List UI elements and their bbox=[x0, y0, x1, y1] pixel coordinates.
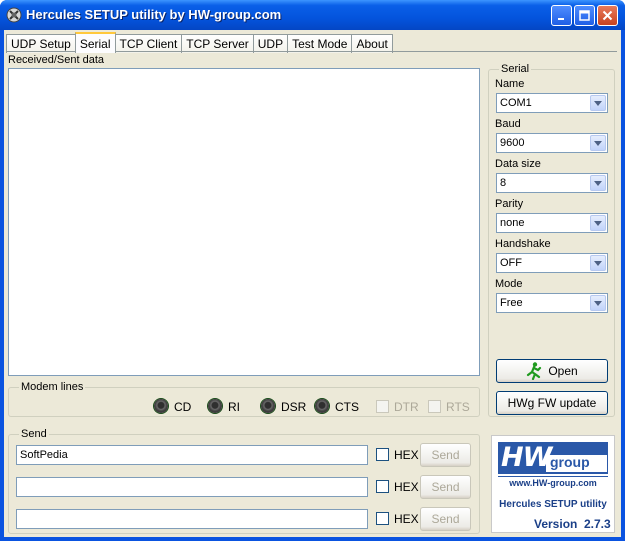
version-number: 2.7.3 bbox=[584, 517, 611, 531]
logo-group: group bbox=[550, 454, 590, 470]
ri-led-icon bbox=[208, 399, 222, 413]
serial-name-select[interactable]: COM1 bbox=[496, 93, 608, 113]
logo-url: www.HW-group.com bbox=[509, 478, 597, 488]
cts-led-icon bbox=[315, 399, 329, 413]
version-label: Version bbox=[534, 517, 578, 531]
serial-handshake-select[interactable]: OFF bbox=[496, 253, 608, 273]
hex-checkbox-1[interactable] bbox=[376, 448, 389, 461]
serial-mode-value: Free bbox=[500, 297, 523, 309]
chevron-down-icon[interactable] bbox=[590, 295, 606, 311]
serial-parity-select[interactable]: none bbox=[496, 213, 608, 233]
cd-led-icon bbox=[154, 399, 168, 413]
send-button-2[interactable]: Send bbox=[420, 475, 471, 499]
hex-label-1: HEX bbox=[394, 448, 419, 462]
cts-label: CTS bbox=[335, 400, 359, 414]
tab-label: Serial bbox=[79, 36, 111, 51]
serial-mode-select[interactable]: Free bbox=[496, 293, 608, 313]
send-button-1-label: Send bbox=[431, 448, 460, 462]
rts-label: RTS bbox=[446, 400, 470, 414]
modem-lines-title: Modem lines bbox=[19, 381, 86, 393]
serial-name-value: COM1 bbox=[500, 97, 532, 109]
received-data-textarea[interactable] bbox=[8, 68, 480, 376]
serial-group-title: Serial bbox=[499, 63, 532, 75]
tab-label: TCP Client bbox=[119, 37, 178, 51]
chevron-down-icon[interactable] bbox=[590, 255, 606, 271]
open-button[interactable]: Open bbox=[496, 359, 608, 383]
rts-checkbox[interactable] bbox=[428, 400, 441, 413]
minimize-button[interactable] bbox=[551, 5, 572, 26]
serial-mode-label: Mode bbox=[495, 278, 523, 290]
app-window: Hercules SETUP utility by HW-group.com U… bbox=[0, 0, 625, 541]
logo-product: Hercules SETUP utility bbox=[499, 499, 607, 510]
serial-baud-value: 9600 bbox=[500, 137, 525, 149]
chevron-down-icon[interactable] bbox=[590, 135, 606, 151]
serial-datasize-value: 8 bbox=[500, 177, 507, 189]
send-button-3[interactable]: Send bbox=[420, 507, 471, 531]
title-bar[interactable]: Hercules SETUP utility by HW-group.com bbox=[0, 0, 625, 30]
send-input-3[interactable] bbox=[16, 509, 368, 529]
serial-baud-select[interactable]: 9600 bbox=[496, 133, 608, 153]
logo-banner: HW group bbox=[498, 442, 608, 474]
hex-label-2: HEX bbox=[394, 480, 419, 494]
open-button-label: Open bbox=[548, 364, 578, 378]
serial-handshake-label: Handshake bbox=[495, 238, 551, 250]
dsr-led-icon bbox=[261, 399, 275, 413]
cd-label: CD bbox=[174, 400, 192, 414]
tab-label: About bbox=[356, 37, 388, 51]
send-button-2-label: Send bbox=[431, 480, 460, 494]
serial-datasize-label: Data size bbox=[495, 158, 541, 170]
hex-checkbox-3[interactable] bbox=[376, 512, 389, 525]
close-icon bbox=[602, 10, 613, 21]
serial-parity-label: Parity bbox=[495, 198, 524, 210]
dtr-checkbox[interactable] bbox=[376, 400, 389, 413]
fw-update-label: HWg FW update bbox=[507, 396, 597, 410]
send-input-1[interactable]: SoftPedia bbox=[16, 445, 368, 465]
serial-baud-label: Baud bbox=[495, 118, 521, 130]
tab-label: UDP bbox=[257, 37, 284, 51]
serial-name-label: Name bbox=[495, 78, 525, 90]
tab-label: Test Mode bbox=[292, 37, 348, 51]
tab-label: UDP Setup bbox=[11, 37, 71, 51]
client-area: UDP Setup Serial TCP Client TCP Server U… bbox=[4, 30, 621, 537]
send-button-1[interactable]: Send bbox=[420, 443, 471, 467]
window-title: Hercules SETUP utility by HW-group.com bbox=[26, 7, 282, 22]
send-group-title: Send bbox=[19, 428, 49, 440]
logo-divider bbox=[498, 476, 608, 477]
minimize-icon bbox=[557, 17, 564, 20]
send-input-2[interactable] bbox=[16, 477, 368, 497]
hex-checkbox-2[interactable] bbox=[376, 480, 389, 493]
maximize-icon bbox=[579, 10, 590, 21]
chevron-down-icon[interactable] bbox=[590, 175, 606, 191]
chevron-down-icon[interactable] bbox=[590, 215, 606, 231]
dsr-label: DSR bbox=[281, 400, 307, 414]
received-label: Received/Sent data bbox=[8, 54, 105, 66]
tab-label: TCP Server bbox=[186, 37, 249, 51]
tab-bar: UDP Setup Serial TCP Client TCP Server U… bbox=[6, 32, 393, 53]
serial-datasize-select[interactable]: 8 bbox=[496, 173, 608, 193]
app-icon bbox=[6, 7, 22, 23]
running-man-icon bbox=[527, 362, 542, 380]
hex-label-3: HEX bbox=[394, 512, 419, 526]
dtr-label: DTR bbox=[394, 400, 419, 414]
close-button[interactable] bbox=[597, 5, 618, 26]
chevron-down-icon[interactable] bbox=[590, 95, 606, 111]
serial-parity-value: none bbox=[500, 217, 525, 229]
hw-group-logo: HW group www.HW-group.com Hercules SETUP… bbox=[491, 435, 615, 533]
serial-handshake-value: OFF bbox=[500, 257, 522, 269]
send-button-3-label: Send bbox=[431, 512, 460, 526]
ri-label: RI bbox=[228, 400, 240, 414]
send-input-1-value: SoftPedia bbox=[20, 449, 68, 461]
fw-update-button[interactable]: HWg FW update bbox=[496, 391, 608, 415]
logo-brand: HW bbox=[501, 442, 552, 473]
tab-serial[interactable]: Serial bbox=[74, 32, 116, 53]
maximize-button[interactable] bbox=[574, 5, 595, 26]
